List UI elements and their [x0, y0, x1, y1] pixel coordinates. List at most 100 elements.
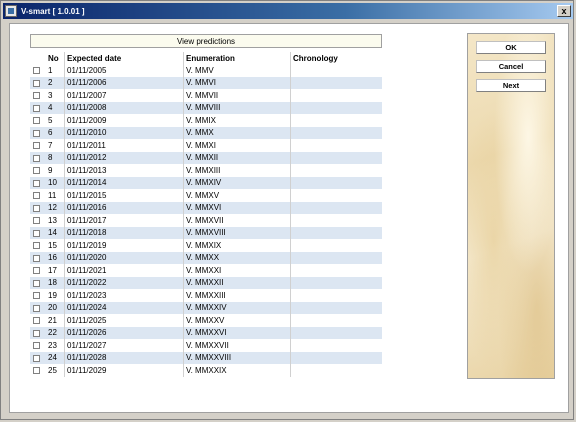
- table-row[interactable]: 7 01/11/2011 V. MMXI: [30, 139, 382, 152]
- table-row[interactable]: 25 01/11/2029 V. MMXXIX: [30, 364, 382, 377]
- row-checkbox[interactable]: [33, 354, 40, 362]
- row-checkbox-cell[interactable]: [30, 239, 46, 252]
- column-header-expected-date: Expected date: [64, 52, 184, 64]
- row-checkbox-cell[interactable]: [30, 139, 46, 152]
- ok-button[interactable]: OK: [476, 41, 546, 54]
- next-button[interactable]: Next: [476, 79, 546, 92]
- table-row[interactable]: 20 01/11/2024 V. MMXXIV: [30, 301, 382, 314]
- row-chronology: [290, 201, 382, 214]
- row-checkbox-cell[interactable]: [30, 89, 46, 102]
- row-expected-date: 01/11/2018: [64, 226, 184, 239]
- row-checkbox[interactable]: [33, 104, 40, 112]
- row-chronology: [291, 239, 383, 252]
- row-number: 24: [46, 351, 65, 364]
- row-checkbox[interactable]: [33, 229, 40, 237]
- row-checkbox-cell[interactable]: [30, 176, 46, 189]
- table-row[interactable]: 3 01/11/2007 V. MMVII: [30, 89, 382, 102]
- table-header-row: No Expected date Enumeration Chronology: [30, 52, 382, 64]
- row-checkbox[interactable]: [33, 342, 40, 350]
- row-checkbox[interactable]: [33, 279, 40, 287]
- table-row[interactable]: 12 01/11/2016 V. MMXVI: [30, 201, 382, 214]
- table-row[interactable]: 24 01/11/2028 V. MMXXVIII: [30, 351, 382, 364]
- row-chronology: [290, 226, 382, 239]
- close-button[interactable]: x: [557, 5, 571, 17]
- table-row[interactable]: 18 01/11/2022 V. MMXXII: [30, 276, 382, 289]
- predictions-table: No Expected date Enumeration Chronology …: [30, 52, 382, 377]
- title-bar[interactable]: V-smart [ 1.0.01 ] x: [3, 3, 573, 19]
- row-checkbox-cell[interactable]: [30, 226, 46, 239]
- table-row[interactable]: 21 01/11/2025 V. MMXXV: [30, 314, 382, 327]
- table-row[interactable]: 2 01/11/2006 V. MMVI: [30, 76, 382, 89]
- row-checkbox-cell[interactable]: [30, 326, 46, 339]
- row-checkbox-cell[interactable]: [30, 364, 46, 377]
- table-row[interactable]: 23 01/11/2027 V. MMXXVII: [30, 339, 382, 352]
- row-checkbox[interactable]: [33, 92, 40, 100]
- row-enumeration: V. MMVI: [183, 76, 291, 89]
- row-checkbox-cell[interactable]: [30, 251, 46, 264]
- table-row[interactable]: 10 01/11/2014 V. MMXIV: [30, 176, 382, 189]
- row-chronology: [291, 164, 383, 177]
- table-row[interactable]: 17 01/11/2021 V. MMXXI: [30, 264, 382, 277]
- table-row[interactable]: 5 01/11/2009 V. MMIX: [30, 114, 382, 127]
- row-checkbox-cell[interactable]: [30, 214, 46, 227]
- row-checkbox[interactable]: [33, 154, 40, 162]
- row-chronology: [291, 89, 383, 102]
- cancel-button[interactable]: Cancel: [476, 60, 546, 73]
- row-checkbox[interactable]: [33, 142, 40, 150]
- row-checkbox[interactable]: [33, 167, 40, 175]
- row-checkbox[interactable]: [33, 317, 40, 325]
- row-number: 5: [46, 114, 65, 127]
- table-row[interactable]: 9 01/11/2013 V. MMXIII: [30, 164, 382, 177]
- table-row[interactable]: 19 01/11/2023 V. MMXXIII: [30, 289, 382, 302]
- row-checkbox-cell[interactable]: [30, 301, 46, 314]
- row-checkbox[interactable]: [33, 179, 40, 187]
- row-checkbox-cell[interactable]: [30, 289, 46, 302]
- app-window: V-smart [ 1.0.01 ] x View predictions No…: [0, 0, 574, 420]
- table-row[interactable]: 16 01/11/2020 V. MMXX: [30, 251, 382, 264]
- row-enumeration: V. MMXX: [183, 251, 291, 264]
- table-row[interactable]: 22 01/11/2026 V. MMXXVI: [30, 326, 382, 339]
- row-checkbox-cell[interactable]: [30, 276, 46, 289]
- row-checkbox-cell[interactable]: [30, 201, 46, 214]
- row-expected-date: 01/11/2023: [64, 289, 184, 302]
- table-row[interactable]: 14 01/11/2018 V. MMXVIII: [30, 226, 382, 239]
- row-checkbox[interactable]: [33, 117, 40, 125]
- table-row[interactable]: 1 01/11/2005 V. MMV: [30, 64, 382, 77]
- row-expected-date: 01/11/2008: [64, 101, 184, 114]
- table-row[interactable]: 15 01/11/2019 V. MMXIX: [30, 239, 382, 252]
- row-checkbox[interactable]: [33, 254, 40, 262]
- table-row[interactable]: 8 01/11/2012 V. MMXII: [30, 151, 382, 164]
- row-checkbox[interactable]: [33, 79, 40, 87]
- row-checkbox-cell[interactable]: [30, 151, 46, 164]
- row-checkbox[interactable]: [33, 292, 40, 300]
- row-checkbox[interactable]: [33, 67, 40, 75]
- table-row[interactable]: 11 01/11/2015 V. MMXV: [30, 189, 382, 202]
- row-number: 14: [46, 226, 65, 239]
- row-checkbox-cell[interactable]: [30, 264, 46, 277]
- row-checkbox[interactable]: [33, 217, 40, 225]
- table-row[interactable]: 6 01/11/2010 V. MMX: [30, 126, 382, 139]
- row-checkbox-cell[interactable]: [30, 339, 46, 352]
- row-chronology: [290, 276, 382, 289]
- row-checkbox[interactable]: [33, 204, 40, 212]
- row-checkbox-cell[interactable]: [30, 164, 46, 177]
- row-checkbox[interactable]: [33, 329, 40, 337]
- row-checkbox[interactable]: [33, 192, 40, 200]
- row-checkbox[interactable]: [33, 267, 40, 275]
- row-checkbox-cell[interactable]: [30, 189, 46, 202]
- row-checkbox-cell[interactable]: [30, 101, 46, 114]
- table-row[interactable]: 13 01/11/2017 V. MMXVII: [30, 214, 382, 227]
- row-checkbox-cell[interactable]: [30, 314, 46, 327]
- row-checkbox-cell[interactable]: [30, 351, 46, 364]
- row-checkbox-cell[interactable]: [30, 126, 46, 139]
- table-row[interactable]: 4 01/11/2008 V. MMVIII: [30, 101, 382, 114]
- row-checkbox-cell[interactable]: [30, 64, 46, 77]
- row-checkbox[interactable]: [33, 242, 40, 250]
- row-enumeration: V. MMXVIII: [183, 226, 291, 239]
- row-checkbox[interactable]: [33, 129, 40, 137]
- row-number: 18: [46, 276, 65, 289]
- row-checkbox[interactable]: [33, 367, 40, 375]
- row-checkbox-cell[interactable]: [30, 76, 46, 89]
- row-checkbox-cell[interactable]: [30, 114, 46, 127]
- row-checkbox[interactable]: [33, 304, 40, 312]
